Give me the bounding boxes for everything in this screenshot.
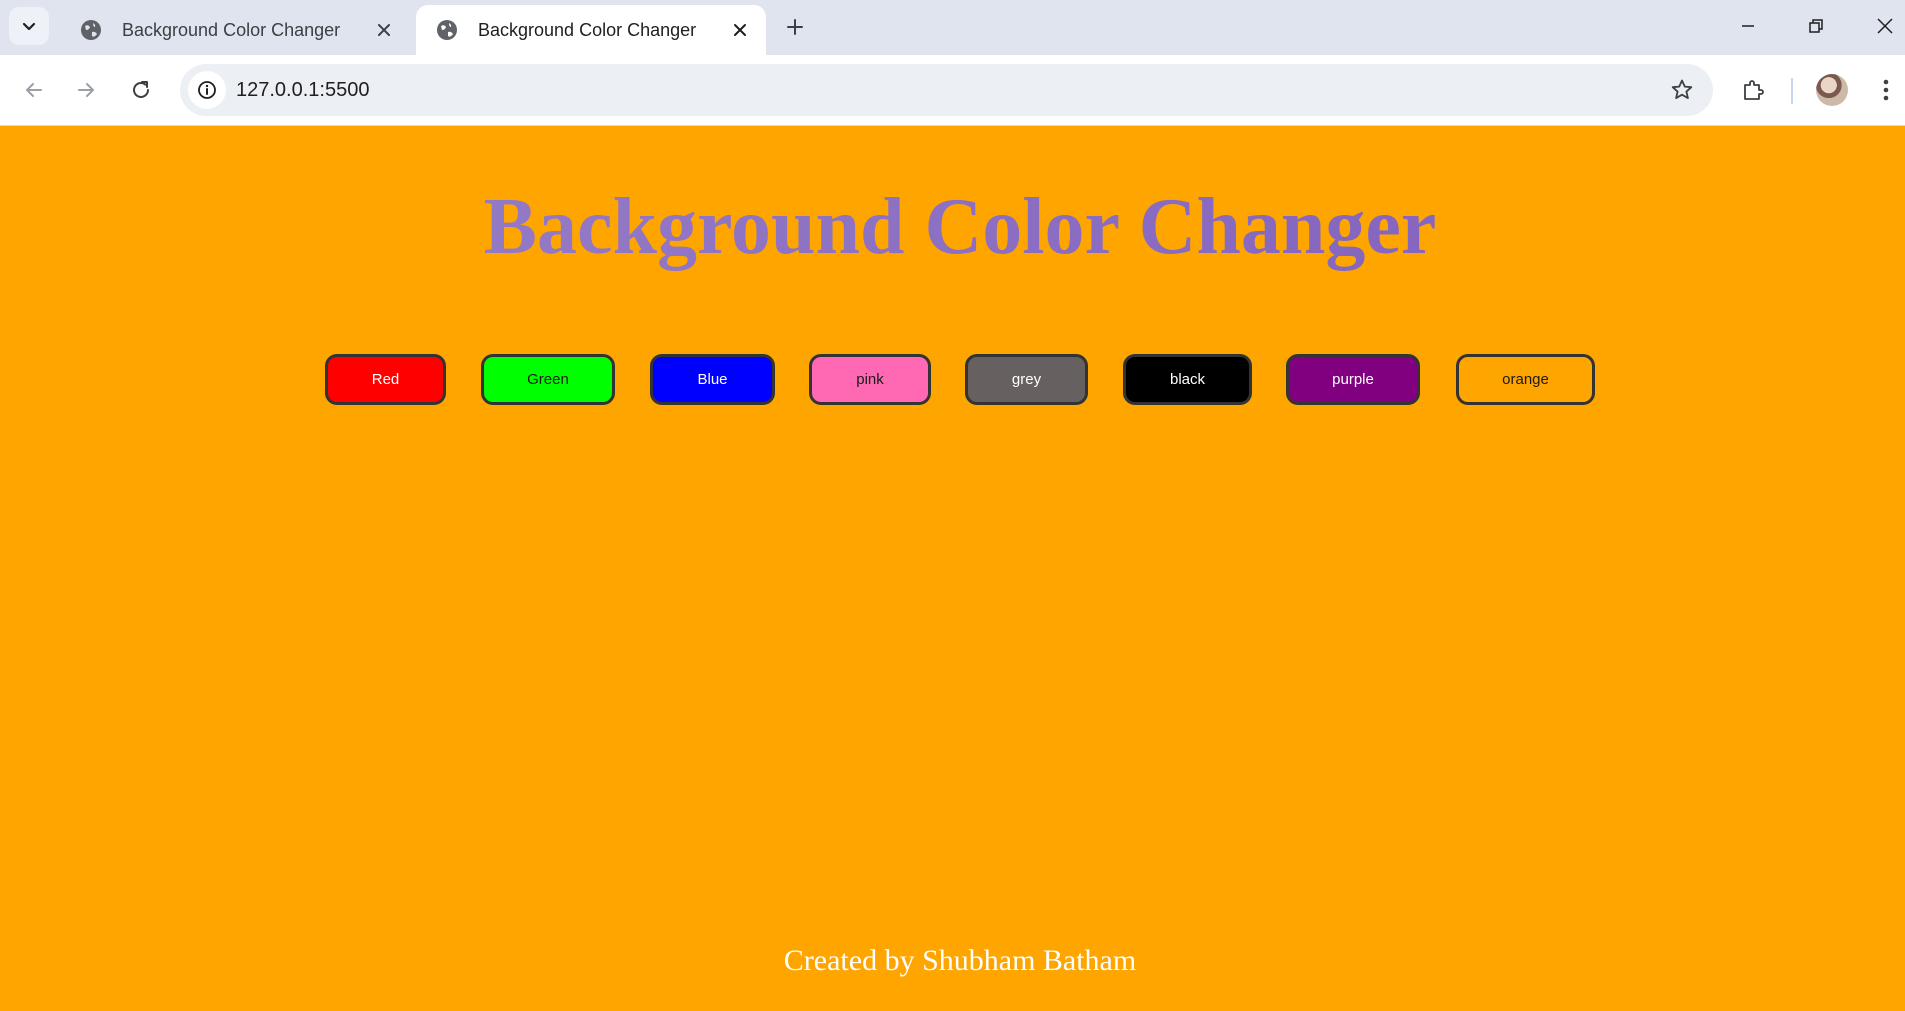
- toolbar-divider: [1791, 78, 1793, 104]
- globe-icon: [81, 20, 101, 40]
- close-window-button[interactable]: [1865, 8, 1905, 44]
- purple-button[interactable]: purple: [1286, 354, 1420, 405]
- address-bar[interactable]: 127.0.0.1:5500: [180, 64, 1713, 116]
- more-vert-icon: [1883, 79, 1889, 101]
- arrow-right-icon: [78, 83, 94, 97]
- close-icon: [734, 24, 746, 36]
- forward-button[interactable]: [66, 70, 106, 110]
- tab-title: Background Color Changer: [478, 19, 697, 40]
- tab-background-color-changer-1[interactable]: Background Color Changer: [60, 5, 410, 55]
- minimize-icon: [1742, 25, 1754, 27]
- minimize-button[interactable]: [1728, 8, 1768, 44]
- pink-button[interactable]: pink: [809, 354, 931, 405]
- menu-button[interactable]: [1866, 70, 1905, 110]
- star-icon: [1671, 79, 1693, 99]
- restore-icon: [1809, 19, 1823, 33]
- tab-background-color-changer-2[interactable]: Background Color Changer: [416, 5, 766, 55]
- new-tab-button[interactable]: [780, 12, 810, 42]
- page-title: Background Color Changer: [0, 182, 1905, 272]
- browser-toolbar: 127.0.0.1:5500: [0, 55, 1905, 126]
- profile-avatar[interactable]: [1816, 74, 1848, 106]
- globe-icon: [437, 20, 457, 40]
- black-button[interactable]: black: [1123, 354, 1252, 405]
- info-icon: [198, 81, 216, 99]
- close-tab-button[interactable]: [370, 16, 398, 44]
- footer-credit: Created by Shubham Batham: [783, 944, 1137, 977]
- close-icon: [1877, 18, 1893, 34]
- plus-icon: [787, 19, 803, 35]
- back-button[interactable]: [14, 70, 54, 110]
- restore-button[interactable]: [1796, 8, 1836, 44]
- reload-button[interactable]: [121, 70, 161, 110]
- url-text[interactable]: 127.0.0.1:5500: [236, 64, 369, 116]
- chevron-down-icon: [22, 22, 36, 31]
- extensions-button[interactable]: [1733, 70, 1773, 110]
- bookmark-button[interactable]: [1667, 75, 1697, 105]
- tab-strip: Background Color Changer Background Colo…: [0, 0, 1905, 55]
- tab-title: Background Color Changer: [122, 19, 341, 40]
- arrow-left-icon: [26, 83, 42, 97]
- tab-search-button[interactable]: [9, 7, 49, 45]
- red-button[interactable]: Red: [325, 354, 446, 405]
- page-body: Background Color Changer Red Green Blue …: [0, 126, 1905, 1011]
- site-info-button[interactable]: [188, 71, 226, 109]
- grey-button[interactable]: grey: [965, 354, 1088, 405]
- reload-icon: [133, 81, 149, 98]
- puzzle-icon: [1744, 80, 1764, 100]
- orange-button[interactable]: orange: [1456, 354, 1595, 405]
- close-tab-button[interactable]: [726, 16, 754, 44]
- blue-button[interactable]: Blue: [650, 354, 775, 405]
- green-button[interactable]: Green: [481, 354, 615, 405]
- close-icon: [378, 24, 390, 36]
